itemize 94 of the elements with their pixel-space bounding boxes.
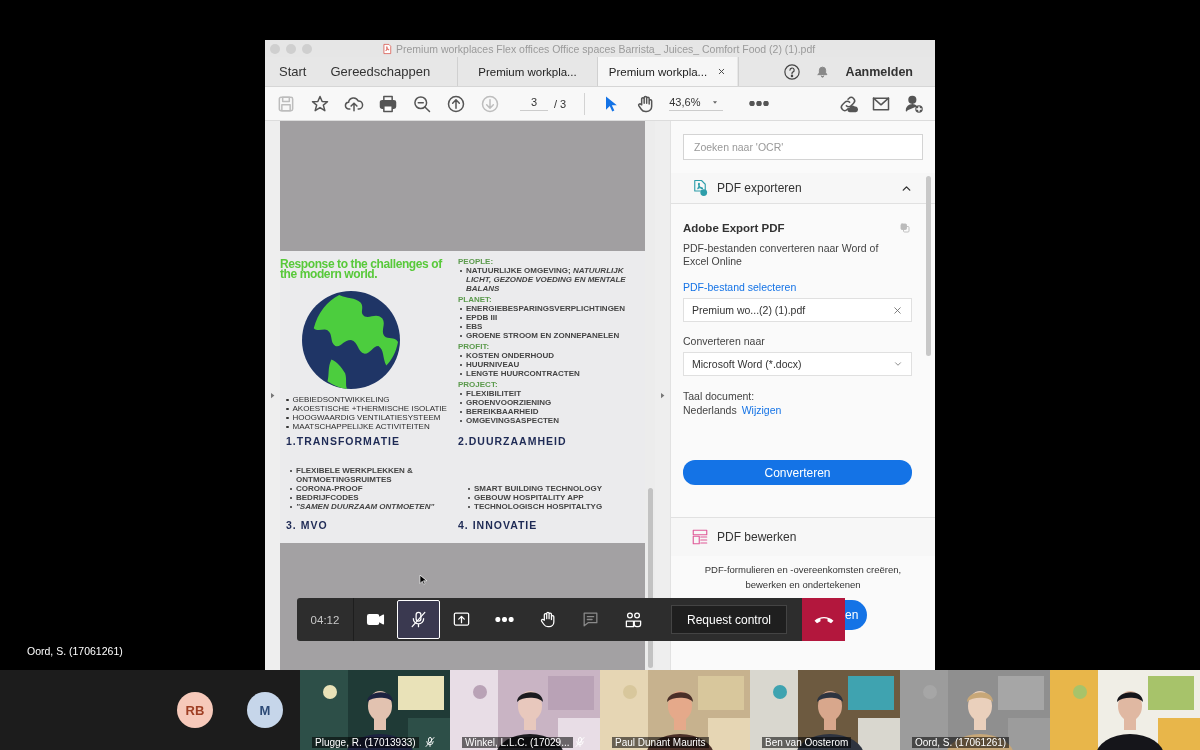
list-item: GROENVOORZIENING: [466, 398, 552, 407]
list-item: GEBOUW HOSPITALITY APP: [474, 493, 584, 502]
list-item: CORONA-PROOF: [296, 484, 363, 493]
section-heading: 1.TRANSFORMATIE: [286, 435, 401, 447]
participant-name: Oord, S. (17061261): [27, 645, 124, 657]
menu-item[interactable]: Start: [279, 64, 307, 79]
description: PDF-formulieren en -overeenkomsten creëren, bewerken en ondertekenen: [703, 563, 903, 592]
edit-pdf-icon: [691, 528, 709, 546]
list-item: OMGEVINGSASPECTEN: [466, 416, 559, 425]
select-file-link[interactable]: PDF-bestand selecteren: [683, 281, 797, 293]
document-tab[interactable]: Premium workpla...: [597, 57, 737, 86]
copy-icon: [899, 222, 911, 234]
call-timer: 04:12: [297, 598, 354, 641]
page-count: / 3: [554, 97, 567, 110]
close-icon[interactable]: [717, 67, 727, 76]
format-dropdown[interactable]: Microsoft Word (*.docx): [683, 352, 912, 376]
list-item: HUURNIVEAU: [466, 360, 520, 369]
list-item: AKOESTISCHE +THERMISCHE ISOLATIE: [292, 404, 447, 413]
page-number-field[interactable]: 3: [520, 96, 548, 111]
zoom-out-icon[interactable]: [412, 93, 432, 114]
list-item: GROENE STROOM EN ZONNEPANELEN: [466, 331, 620, 340]
language-value: Nederlands: [683, 404, 737, 416]
section-label: PLANET:: [458, 295, 493, 304]
chat-icon: [581, 610, 600, 629]
change-link[interactable]: Wijzigen: [741, 404, 782, 416]
participant-name: Ben van Oosterom: [762, 737, 852, 748]
list-item: "SAMEN DUURZAAM ONTMOETEN": [296, 502, 435, 511]
scrollbar[interactable]: [926, 176, 931, 356]
menu-item[interactable]: Gereedschappen: [330, 64, 431, 79]
help-icon[interactable]: [782, 62, 801, 81]
list-item: KOSTEN ONDERHOUD: [466, 351, 554, 360]
document-title: Response to the challenges of the modern world.: [280, 259, 444, 279]
clear-icon[interactable]: [892, 304, 903, 316]
expand-icon[interactable]: [658, 391, 667, 400]
section-label: PROFIT:: [458, 342, 491, 351]
convert-button[interactable]: Converteren: [683, 460, 912, 485]
section-label: PROJECT:: [458, 380, 499, 389]
list-item: FLEXIBELE WERKPLEKKEN & ONTMOETINGSRUIMTES: [296, 466, 414, 484]
list-item: NATUURLIJKE OMGEVING; NATUURLIJK LICHT, GEZONDE VOEDING EN MENTALE BALANS: [466, 266, 627, 293]
share-screen-icon: [452, 610, 471, 629]
participant-name: Winkel, L.L.C. (17029...: [462, 736, 573, 748]
phone-icon: [813, 615, 834, 624]
list-item: MAATSCHAPPELIJKE ACTIVITEITEN: [292, 422, 430, 431]
list-item: HOOGWAARDIG VENTILATIESYSTEEM: [292, 413, 441, 422]
list-item: BEREIKBAARHEID: [466, 407, 539, 416]
cursor-icon: [417, 573, 429, 587]
participant-name: Plugge, R. (17013933): [312, 736, 419, 748]
mic-off-button[interactable]: [397, 600, 440, 639]
more-icon[interactable]: [749, 101, 770, 106]
bullet-icon: [286, 398, 289, 401]
section-heading: 3. MVO: [286, 519, 329, 531]
mic-off-icon: [409, 610, 428, 629]
printer-icon[interactable]: [378, 93, 398, 114]
avatar: RB: [177, 692, 213, 728]
section-title: Adobe Export PDF: [683, 222, 785, 234]
sign-in-link[interactable]: Aanmelden: [845, 64, 913, 79]
zoom-dropdown[interactable]: 43,6%: [669, 96, 724, 111]
section-heading: 2.DUURZAAMHEID: [458, 435, 568, 447]
list-item: TECHNOLOGISCH HOSPITALTYG: [474, 502, 603, 511]
star-icon[interactable]: [310, 93, 330, 114]
export-pdf-icon: [691, 179, 709, 197]
hand-icon: [538, 610, 557, 629]
list-item: LENGTE HUURCONTRACTEN: [466, 369, 580, 378]
list-item: SMART BUILDING TECHNOLOGY: [474, 484, 602, 493]
chevron-icon: [893, 359, 903, 369]
hang-up-button[interactable]: [802, 598, 845, 641]
section-label: PEOPLE:: [458, 257, 495, 266]
list-item: GEBIEDSONTWIKKELING: [292, 395, 390, 404]
window-title: Premium workplaces Flex offices Office spaces Barrista_ Juices_ Comfort Food (2) (1).pdf: [396, 42, 816, 55]
description: PDF-bestanden converteren naar Word of Excel Online: [683, 242, 880, 268]
add-user-icon[interactable]: [904, 93, 924, 114]
list-item: EPDB III: [466, 313, 498, 322]
list-item: ENERGIEBESPARINGSVERPLICHTINGEN: [466, 304, 625, 313]
field-label: Taal document:: [683, 390, 755, 402]
search-field[interactable]: Zoeken naar 'OCR': [683, 134, 923, 160]
participant-name: Paul Dunant Maurits: [612, 737, 709, 748]
participant-name: Oord, S. (17061261): [912, 737, 1010, 748]
list-item: EBS: [466, 322, 483, 331]
pdf-file-icon: [382, 42, 393, 55]
people-icon: [624, 610, 643, 629]
section-heading: 4. INNOVATIE: [458, 519, 539, 531]
trial-button[interactable]: en: [843, 600, 867, 630]
bullet-icon: [286, 416, 289, 419]
list-item: BEDRIJFCODES: [296, 493, 359, 502]
avatar: M: [247, 692, 283, 728]
file-field[interactable]: Premium wo...(2) (1).pdf: [683, 298, 912, 322]
bullet-icon: [286, 407, 289, 410]
bullet-icon: [286, 425, 289, 428]
link-icon[interactable]: [838, 93, 858, 114]
field-label: Converteren naar: [683, 335, 765, 347]
more-icon: [495, 617, 514, 622]
list-item: FLEXIBILITEIT: [466, 389, 522, 398]
expand-icon[interactable]: [268, 391, 277, 400]
request-control-button[interactable]: Request control: [671, 605, 787, 634]
